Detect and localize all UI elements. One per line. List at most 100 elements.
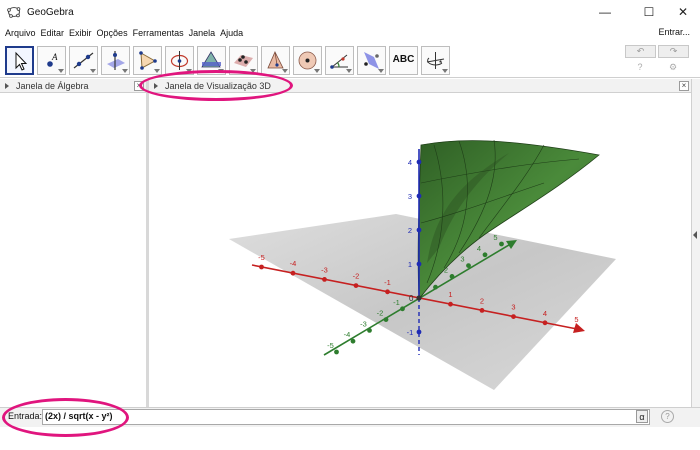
sphere-tool[interactable]	[293, 46, 322, 75]
point-tool[interactable]: A	[37, 46, 66, 75]
pyramid-tool[interactable]	[261, 46, 290, 75]
plane-tool[interactable]	[229, 46, 258, 75]
input-label: Entrada:	[8, 411, 43, 421]
x-tick-mark	[385, 289, 390, 295]
origin-label: 0	[409, 294, 414, 303]
help-icon[interactable]: ?	[634, 61, 646, 73]
y-tick-label: -2	[377, 309, 384, 318]
maximize-button[interactable]: ☐	[632, 0, 666, 24]
x-tick-label: 2	[480, 296, 484, 305]
y-tick-label: -1	[393, 298, 400, 307]
sign-in-link[interactable]: Entrar...	[658, 27, 690, 37]
toolbar: A ABC	[0, 42, 700, 78]
cursor-icon	[15, 51, 28, 71]
x-tick-mark	[322, 277, 327, 282]
collapse-arrow-icon[interactable]	[154, 82, 158, 89]
menu-editar[interactable]: Editar	[41, 28, 65, 38]
scene-3d[interactable]: -5-4-3-2-112345 -5-4-3-2-112345 -11234 0	[149, 93, 691, 407]
y-tick-mark	[367, 328, 372, 333]
text-icon: ABC	[392, 54, 415, 65]
graphics-view-3d[interactable]: -5-4-3-2-112345 -5-4-3-2-112345 -11234 0	[149, 93, 691, 407]
menu-exibir[interactable]: Exibir	[69, 28, 92, 38]
x-tick-label: -2	[353, 272, 360, 281]
x-tick-label: 4	[543, 309, 547, 318]
algebra-view-title: Janela de Álgebra	[16, 80, 89, 91]
y-tick-mark	[400, 306, 405, 312]
close-algebra-view-button[interactable]: ×	[134, 81, 144, 91]
reflect-tool[interactable]	[357, 46, 386, 75]
y-tick-mark	[482, 252, 488, 258]
y-tick-label: 3	[460, 255, 464, 264]
alpha-symbol-button[interactable]: α	[636, 410, 648, 423]
polygon-tool[interactable]	[133, 46, 162, 75]
input-field[interactable]	[42, 409, 650, 425]
input-value[interactable]: (2x) / sqrt(x - y²)	[45, 411, 113, 421]
text-tool[interactable]: ABC	[389, 46, 418, 75]
menu-ajuda[interactable]: Ajuda	[220, 28, 243, 38]
z-tick-mark	[416, 261, 422, 267]
svg-text:A: A	[51, 52, 58, 62]
intersect-surfaces-tool[interactable]	[197, 46, 226, 75]
z-tick-label: 1	[408, 260, 412, 269]
view3d-title: Janela de Visualização 3D	[165, 80, 271, 91]
x-tick-mark	[511, 314, 516, 319]
y-tick-mark	[466, 263, 471, 268]
y-tick-mark	[350, 338, 356, 344]
y-tick-mark	[383, 317, 389, 322]
perpendicular-tool[interactable]	[101, 46, 130, 75]
algebra-view[interactable]	[0, 93, 146, 407]
x-tick-mark	[259, 264, 264, 270]
menu-ferramentas[interactable]: Ferramentas	[133, 28, 184, 38]
z-tick-mark	[416, 227, 422, 233]
z-tick-label: 4	[408, 158, 412, 167]
z-tick-label: -1	[407, 328, 414, 337]
z-tick-label: 2	[408, 226, 412, 235]
z-tick-mark	[416, 193, 422, 199]
z-tick-mark	[416, 329, 422, 335]
collapse-arrow-icon[interactable]	[5, 82, 9, 89]
line-tool[interactable]	[69, 46, 98, 75]
x-tick-mark	[290, 270, 296, 276]
y-tick-label: -5	[327, 341, 334, 350]
redo-button[interactable]: ↷	[658, 45, 689, 58]
z-tick-label: 3	[408, 192, 412, 201]
menu-arquivo[interactable]: Arquivo	[5, 28, 36, 38]
x-tick-mark	[574, 326, 579, 332]
view3d-header[interactable]: Janela de Visualização 3D	[149, 79, 691, 93]
y-tick-mark	[499, 241, 504, 247]
close-view3d-button[interactable]: ×	[679, 81, 689, 91]
x-tick-label: 1	[448, 290, 452, 299]
x-tick-label: -5	[258, 253, 265, 262]
settings-icon[interactable]: ⚙	[667, 61, 679, 73]
x-tick-label: -4	[290, 259, 297, 268]
x-tick-mark	[542, 320, 548, 326]
undo-button[interactable]: ↶	[625, 45, 656, 58]
geogebra-window: GeoGebra — ☐ ✕ Arquivo Editar Exibir Opç…	[0, 0, 700, 450]
y-tick-label: -3	[360, 319, 367, 328]
window-title: GeoGebra	[27, 6, 74, 18]
x-tick-mark	[353, 283, 359, 288]
y-tick-label: 5	[493, 233, 497, 242]
y-tick-mark	[433, 284, 438, 290]
angle-tool[interactable]	[325, 46, 354, 75]
y-tick-mark	[449, 274, 455, 279]
y-tick-mark	[334, 349, 339, 355]
x-tick-label: -1	[384, 278, 391, 287]
circle-tool[interactable]	[165, 46, 194, 75]
origin-point	[416, 295, 422, 301]
menu-janela[interactable]: Janela	[189, 28, 216, 38]
input-help-icon[interactable]: ?	[661, 410, 674, 423]
expand-panel-icon[interactable]	[693, 231, 697, 239]
close-window-button[interactable]: ✕	[666, 0, 700, 24]
move-tool[interactable]	[5, 46, 34, 75]
rotate-view-tool[interactable]	[421, 46, 450, 75]
menu-bar: Arquivo Editar Exibir Opções Ferramentas…	[0, 24, 700, 41]
geogebra-logo-icon	[7, 6, 21, 18]
y-tick-label: -4	[344, 330, 351, 339]
menu-opcoes[interactable]: Opções	[97, 28, 128, 38]
right-panel-edge[interactable]	[691, 79, 700, 407]
x-tick-label: -3	[321, 265, 328, 274]
minimize-button[interactable]: —	[588, 0, 622, 24]
x-tick-mark	[448, 301, 453, 307]
algebra-view-header[interactable]: Janela de Álgebra	[0, 79, 146, 93]
